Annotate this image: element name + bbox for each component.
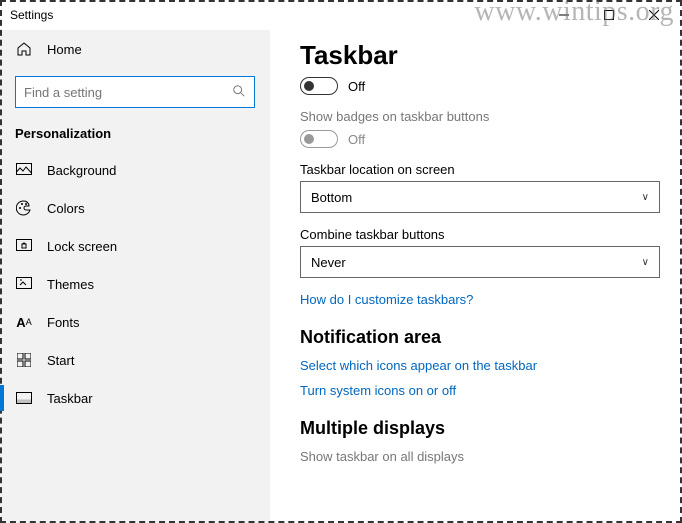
chevron-down-icon: ∨ (642, 192, 649, 203)
minimize-button[interactable] (541, 0, 586, 30)
badges-label: Show badges on taskbar buttons (300, 109, 652, 124)
select-icons-link[interactable]: Select which icons appear on the taskbar (300, 358, 652, 373)
sidebar-item-taskbar[interactable]: Taskbar (0, 379, 270, 417)
maximize-button[interactable] (586, 0, 631, 30)
toggle-badges[interactable]: Off (300, 130, 652, 148)
content-pane: Taskbar Off Show badges on taskbar butto… (270, 30, 682, 523)
dropdown-value: Never (311, 255, 346, 270)
dropdown-value: Bottom (311, 190, 352, 205)
customize-link[interactable]: How do I customize taskbars? (300, 292, 652, 307)
notification-heading: Notification area (300, 327, 652, 348)
toggle-unknown[interactable]: Off (300, 77, 652, 95)
toggle-label: Off (348, 79, 365, 94)
multiple-displays-heading: Multiple displays (300, 418, 652, 439)
window-title: Settings (10, 8, 53, 22)
close-button[interactable] (631, 0, 676, 30)
combine-label: Combine taskbar buttons (300, 227, 652, 242)
combine-dropdown[interactable]: Never ∨ (300, 246, 660, 278)
title-bar: Settings (0, 0, 682, 30)
toggle-label: Off (348, 132, 365, 147)
chevron-down-icon: ∨ (642, 257, 649, 268)
system-icons-link[interactable]: Turn system icons on or off (300, 383, 652, 398)
multi-label: Show taskbar on all displays (300, 449, 652, 464)
page-title: Taskbar (300, 40, 652, 71)
location-label: Taskbar location on screen (300, 162, 652, 177)
location-dropdown[interactable]: Bottom ∨ (300, 181, 660, 213)
sidebar-item-label: Taskbar (47, 391, 93, 406)
taskbar-icon (15, 392, 33, 404)
